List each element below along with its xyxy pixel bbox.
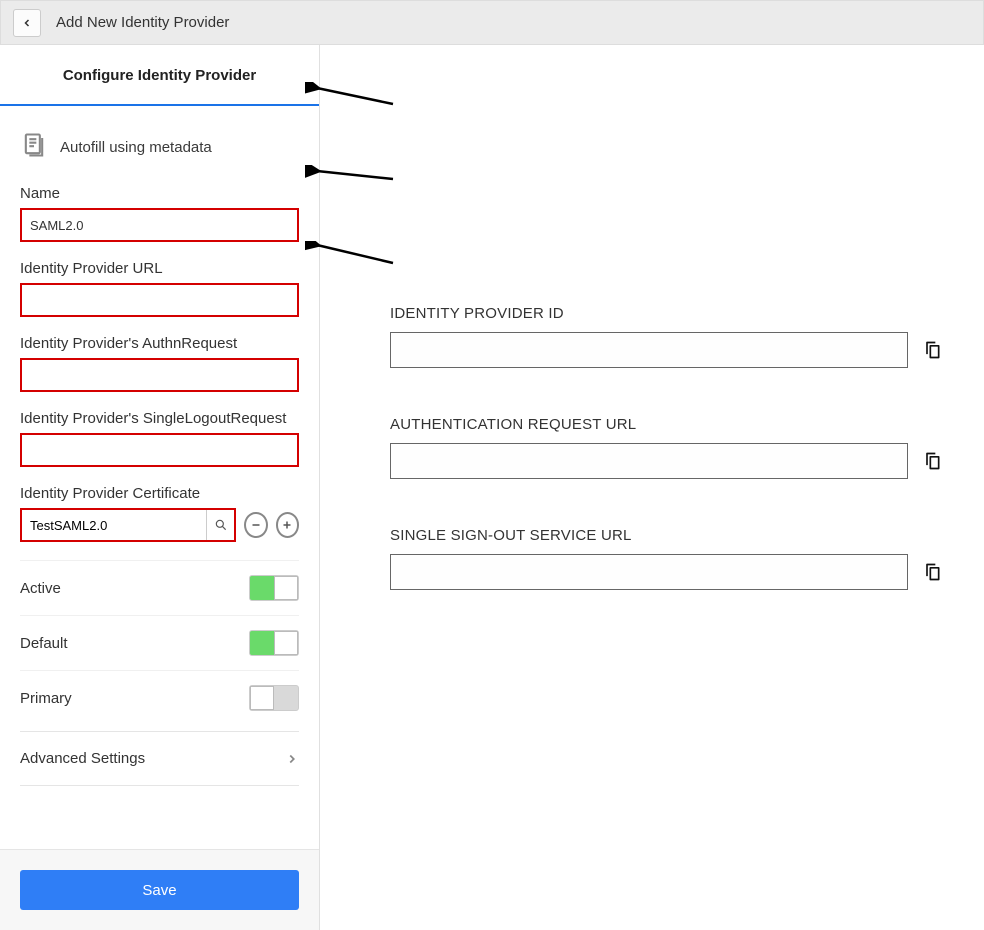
cert-label: Identity Provider Certificate xyxy=(20,485,299,502)
copy-icon xyxy=(922,562,942,582)
single-signout-url-input[interactable] xyxy=(390,554,908,590)
name-input[interactable] xyxy=(20,208,299,242)
identity-provider-id-label: IDENTITY PROVIDER ID xyxy=(390,305,946,322)
right-panel: IDENTITY PROVIDER ID AUTHENTICATION REQU… xyxy=(320,45,984,930)
save-button[interactable]: Save xyxy=(20,870,299,910)
active-toggle[interactable] xyxy=(249,575,299,601)
idp-url-input[interactable] xyxy=(20,283,299,317)
active-label: Active xyxy=(20,580,61,597)
default-label: Default xyxy=(20,635,68,652)
advanced-settings-row[interactable]: Advanced Settings xyxy=(20,731,299,786)
auth-request-url-label: AUTHENTICATION REQUEST URL xyxy=(390,416,946,433)
slo-input[interactable] xyxy=(20,433,299,467)
plus-icon xyxy=(281,519,293,531)
default-toggle[interactable] xyxy=(249,630,299,656)
authn-label: Identity Provider's AuthnRequest xyxy=(20,335,299,352)
autofill-label: Autofill using metadata xyxy=(60,139,212,156)
single-signout-url-label: SINGLE SIGN-OUT SERVICE URL xyxy=(390,527,946,544)
auth-request-url-input[interactable] xyxy=(390,443,908,479)
minus-icon xyxy=(250,519,262,531)
primary-toggle[interactable] xyxy=(249,685,299,711)
copy-sso-out-button[interactable] xyxy=(918,558,946,586)
back-button[interactable] xyxy=(13,9,41,37)
copy-icon xyxy=(922,340,942,360)
search-icon xyxy=(214,518,228,532)
page-header: Add New Identity Provider xyxy=(0,0,984,45)
name-label: Name xyxy=(20,185,299,202)
authn-input[interactable] xyxy=(20,358,299,392)
copy-icon xyxy=(922,451,942,471)
chevron-left-icon xyxy=(21,17,33,29)
identity-provider-id-input[interactable] xyxy=(390,332,908,368)
document-icon xyxy=(20,131,48,163)
copy-idp-id-button[interactable] xyxy=(918,336,946,364)
slo-label: Identity Provider's SingleLogoutRequest xyxy=(20,410,299,427)
add-cert-button[interactable] xyxy=(276,512,300,538)
idp-url-label: Identity Provider URL xyxy=(20,260,299,277)
left-panel: Configure Identity Provider Autofill usi… xyxy=(0,45,320,930)
autofill-row[interactable]: Autofill using metadata xyxy=(20,121,299,185)
advanced-settings-label: Advanced Settings xyxy=(20,750,145,767)
cert-search-button[interactable] xyxy=(206,510,234,540)
panel-tab-title: Configure Identity Provider xyxy=(0,45,319,106)
primary-label: Primary xyxy=(20,690,72,707)
remove-cert-button[interactable] xyxy=(244,512,268,538)
copy-auth-url-button[interactable] xyxy=(918,447,946,475)
cert-input[interactable] xyxy=(30,518,206,533)
page-title: Add New Identity Provider xyxy=(56,14,229,31)
chevron-right-icon xyxy=(285,752,299,766)
